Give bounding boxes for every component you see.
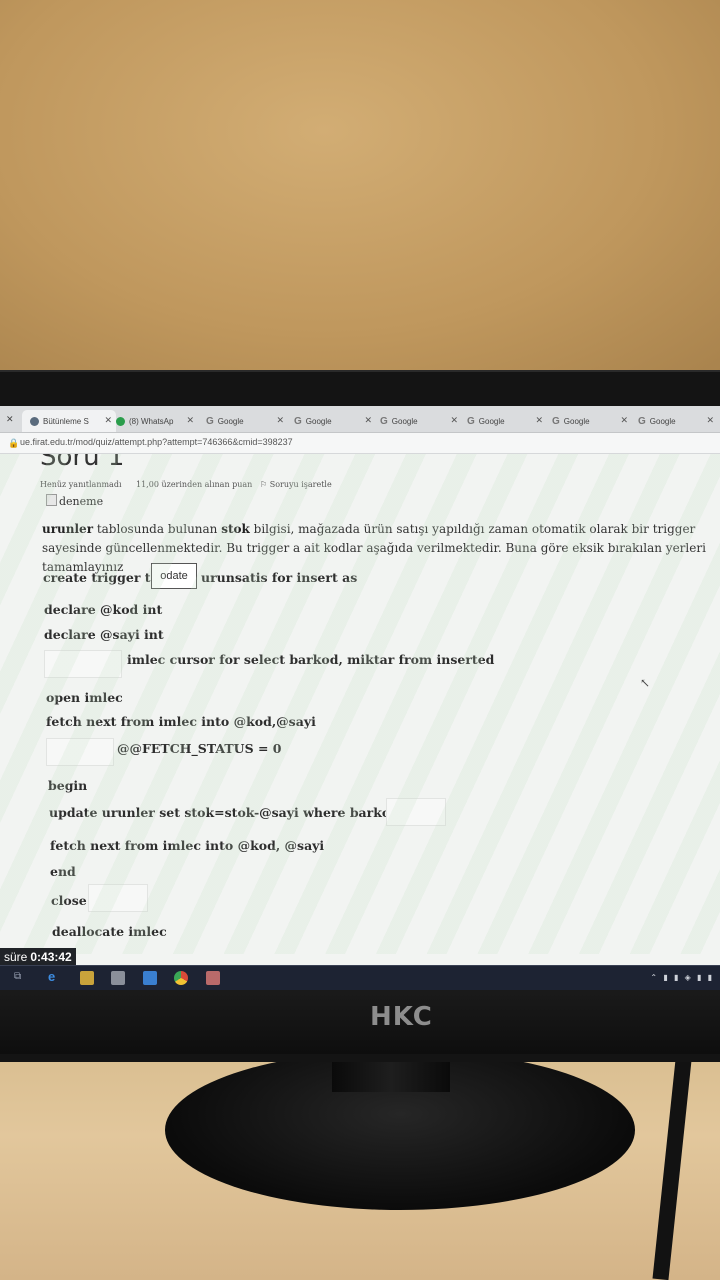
answer-input-3[interactable] <box>46 738 114 766</box>
mouse-pointer-icon: ↖ <box>640 676 651 690</box>
monitor-brand-logo: HKC <box>370 1002 433 1032</box>
code-line-11: end <box>50 864 76 879</box>
tab-close-icon[interactable]: ✕ <box>364 415 372 426</box>
store-icon[interactable] <box>111 971 125 985</box>
tab-google-4[interactable]: G Google ✕ <box>467 410 543 432</box>
monitor-bezel <box>0 988 720 1054</box>
flag-icon: ⚐ <box>260 480 268 489</box>
flag-question-link[interactable]: ⚐ Soruyu işaretle <box>260 480 332 489</box>
image-alt-text: deneme <box>59 495 104 508</box>
google-favicon-icon: G <box>638 415 646 427</box>
code-line-7: @@FETCH_STATUS = 0 <box>117 741 282 756</box>
answer-input-4[interactable] <box>386 798 446 826</box>
code-line-1-prefix: create trigger trg <box>43 570 166 585</box>
code-line-4: imlec cursor for select barkod, miktar f… <box>127 652 495 667</box>
flag-label: Soruyu işaretle <box>269 480 332 489</box>
google-favicon-icon: G <box>380 415 388 427</box>
code-line-3: declare @sayi int <box>44 627 164 642</box>
google-favicon-icon: G <box>206 415 214 427</box>
code-line-13: deallocate imlec <box>52 924 167 939</box>
tab-label: Google <box>391 416 418 426</box>
tab-google-3[interactable]: G Google ✕ <box>380 410 458 432</box>
question-status: Henüz yanıtlanmadı <box>40 480 122 489</box>
tab-close-icon[interactable]: ✕ <box>276 415 284 426</box>
question-title: Soru 1 <box>40 454 125 472</box>
screen: ✕ Bütünleme S ✕ (8) WhatsAp ✕ G Google ✕… <box>0 406 720 990</box>
google-favicon-icon: G <box>467 415 475 427</box>
task-view-icon[interactable]: ⧉ <box>14 971 28 985</box>
code-line-12: close <box>51 893 87 908</box>
tab-butunleme[interactable]: Bütünleme S ✕ <box>22 410 116 432</box>
tab-google-5[interactable]: G Google ✕ <box>552 410 628 432</box>
code-line-9: update urunler set stok=stok-@sayi where… <box>49 805 410 820</box>
mail-icon[interactable] <box>143 971 157 985</box>
chrome-icon[interactable] <box>174 971 188 985</box>
quiz-page: Soru 1 Henüz yanıtlanmadı 11,00 üzerinde… <box>0 454 720 954</box>
windows-taskbar: ⧉ e ⌃ ▮ ▮ ◈ ▮ ▮ <box>0 965 720 990</box>
table-name-bold: urunler <box>42 522 94 536</box>
broken-image-icon <box>46 494 57 506</box>
column-name-bold: stok <box>221 522 250 536</box>
tab-google-2[interactable]: G Google ✕ <box>294 410 372 432</box>
tab-label: Bütünleme S <box>43 416 89 426</box>
tab-label: Google <box>649 416 676 426</box>
whatsapp-favicon-icon <box>116 416 125 426</box>
tab-label: Google <box>563 416 590 426</box>
timer-value: 0:43:42 <box>30 950 72 964</box>
question-points: 11,00 üzerinden alınan puan <box>136 480 253 489</box>
answer-input-1[interactable]: odate <box>151 563 197 589</box>
app-icon[interactable] <box>206 971 220 985</box>
tab-whatsapp[interactable]: (8) WhatsAp ✕ <box>116 410 194 432</box>
url-text: ue.firat.edu.tr/mod/quiz/attempt.php?att… <box>20 437 293 447</box>
tab-label: Google <box>478 416 505 426</box>
question-text-part: tablosunda bulunan <box>93 522 222 536</box>
code-line-5: open imlec <box>46 690 123 705</box>
moodle-favicon-icon <box>30 416 39 426</box>
tab-google-1[interactable]: G Google ✕ <box>206 410 284 432</box>
tab-close-icon[interactable]: ✕ <box>450 415 458 426</box>
file-explorer-icon[interactable] <box>80 971 94 985</box>
tab-close-icon[interactable]: ✕ <box>186 415 194 426</box>
tab-close-icon[interactable]: ✕ <box>620 415 628 426</box>
question-text: urunler tablosunda bulunan stok bilgisi,… <box>42 520 714 577</box>
tab-close-icon[interactable]: ✕ <box>535 415 543 426</box>
timer-label: süre <box>4 950 28 964</box>
code-line-10: fetch next from imlec into @kod, @sayi <box>50 838 325 853</box>
code-line-8: begin <box>48 778 88 793</box>
wall-background <box>0 0 720 372</box>
quiz-timer: süre 0:43:42 <box>0 948 76 966</box>
address-bar[interactable]: 🔒 ue.firat.edu.tr/mod/quiz/attempt.php?a… <box>0 433 720 454</box>
question-image: deneme <box>46 494 103 508</box>
google-favicon-icon: G <box>552 415 560 427</box>
code-line-1-suffix: urunsatis for insert as <box>201 570 358 585</box>
tab-label: Google <box>217 416 244 426</box>
code-line-6: fetch next from imlec into @kod,@sayi <box>46 714 316 729</box>
edge-icon[interactable]: e <box>48 969 62 984</box>
tab-google-6[interactable]: G Google ✕ <box>638 410 714 432</box>
answer-input-2[interactable] <box>44 650 122 678</box>
tab-close-icon[interactable]: ✕ <box>104 415 112 426</box>
google-favicon-icon: G <box>294 415 302 427</box>
answer-input-5[interactable] <box>88 884 148 912</box>
close-icon[interactable]: ✕ <box>6 414 14 425</box>
lock-icon: 🔒 <box>8 438 20 448</box>
tab-label: Google <box>305 416 332 426</box>
browser-tab-bar: ✕ Bütünleme S ✕ (8) WhatsAp ✕ G Google ✕… <box>0 406 720 433</box>
tab-label: (8) WhatsAp <box>129 416 174 426</box>
system-tray[interactable]: ⌃ ▮ ▮ ◈ ▮ ▮ <box>650 973 714 982</box>
code-line-2: declare @kod int <box>44 602 163 617</box>
tab-close-icon[interactable]: ✕ <box>706 415 714 426</box>
